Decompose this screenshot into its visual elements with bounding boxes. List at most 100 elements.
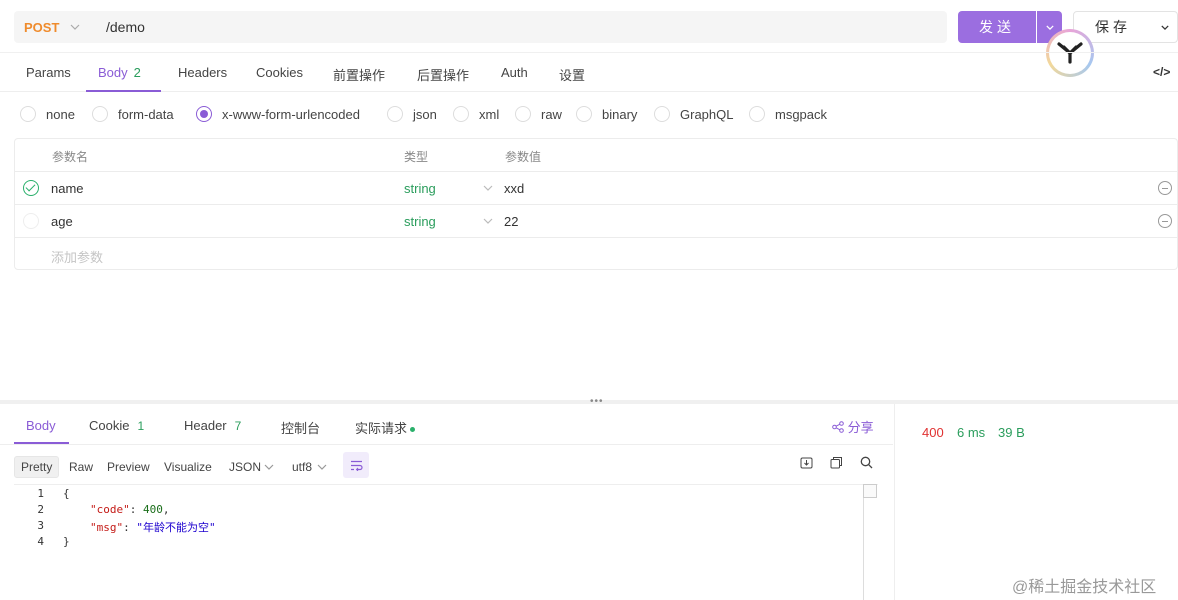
radio-circle[interactable] xyxy=(92,106,108,122)
radio-xml[interactable]: xml xyxy=(453,106,499,122)
json-key-code: "code" xyxy=(90,503,130,516)
radio-binary[interactable]: binary xyxy=(576,106,637,122)
view-mode-preview[interactable]: Preview xyxy=(107,456,150,478)
encoding-select[interactable]: utf8 xyxy=(292,456,327,478)
view-mode-pretty[interactable]: Pretty xyxy=(14,456,60,478)
radio-circle[interactable] xyxy=(749,106,765,122)
add-param-row: 添加参数 xyxy=(15,238,1177,271)
view-mode-raw[interactable]: Raw xyxy=(69,456,93,478)
line-number: 1 xyxy=(37,487,44,500)
radio-circle-checked[interactable] xyxy=(196,106,212,122)
vertical-scrollbar[interactable] xyxy=(863,484,864,600)
params-table: 参数名 类型 参数值 name string xxd age string 22… xyxy=(14,138,1178,270)
param-name-input[interactable]: name xyxy=(51,181,84,196)
chevron-down-icon[interactable] xyxy=(483,183,493,194)
code-line: } xyxy=(63,535,70,548)
divider xyxy=(0,444,893,445)
chevron-down-icon[interactable] xyxy=(483,216,493,227)
response-time: 6 ms xyxy=(957,425,986,440)
table-row: age string 22 xyxy=(15,205,1177,238)
line-number: 2 xyxy=(37,503,44,516)
response-tab-header-count: 7 xyxy=(234,419,242,433)
response-tab-body[interactable]: Body xyxy=(26,418,56,433)
share-button[interactable]: 分享 xyxy=(832,417,874,436)
json-value-msg: "年龄不能为空" xyxy=(136,521,216,534)
radio-circle[interactable] xyxy=(576,106,592,122)
response-tab-cookie[interactable]: Cookie 1 xyxy=(89,418,144,433)
row-enabled-check-icon[interactable] xyxy=(23,180,39,196)
download-icon[interactable] xyxy=(800,456,813,472)
tab-post-request[interactable]: 后置操作 xyxy=(417,65,469,84)
radio-json[interactable]: json xyxy=(387,106,437,122)
radio-msgpack[interactable]: msgpack xyxy=(749,106,827,122)
remove-row-icon[interactable] xyxy=(1158,181,1172,195)
radio-circle[interactable] xyxy=(387,106,403,122)
save-options-chevron-icon[interactable] xyxy=(1152,11,1178,43)
radio-circle[interactable] xyxy=(515,106,531,122)
tab-pre-request[interactable]: 前置操作 xyxy=(333,65,385,84)
tab-auth[interactable]: Auth xyxy=(501,65,528,80)
view-mode-visualize[interactable]: Visualize xyxy=(164,456,212,478)
request-tabs: Params Body 2 Headers Cookies 前置操作 后置操作 A… xyxy=(0,52,1178,92)
tab-settings[interactable]: 设置 xyxy=(559,65,585,84)
chevron-down-icon xyxy=(317,464,327,470)
radio-circle[interactable] xyxy=(20,106,36,122)
response-size: 39 B xyxy=(998,425,1025,440)
format-select-value: JSON xyxy=(229,460,262,474)
line-number: 4 xyxy=(37,535,44,548)
drag-handle-icon[interactable]: ••• xyxy=(590,396,604,407)
tab-headers[interactable]: Headers xyxy=(178,65,227,80)
remove-row-icon[interactable] xyxy=(1158,214,1172,228)
chevron-down-icon[interactable] xyxy=(70,22,92,33)
code-view-icon[interactable]: </> xyxy=(1153,65,1170,79)
radio-form-data[interactable]: form-data xyxy=(92,106,174,122)
column-header-value: 参数值 xyxy=(505,150,542,164)
tab-cookies[interactable]: Cookies xyxy=(256,65,303,80)
status-dot-icon xyxy=(410,427,416,433)
chevron-down-icon xyxy=(264,464,274,470)
radio-none[interactable]: none xyxy=(20,106,75,122)
wrap-lines-icon[interactable] xyxy=(343,452,369,478)
line-number: 3 xyxy=(37,519,44,532)
code-line: { xyxy=(63,487,70,500)
response-tab-console[interactable]: 控制台 xyxy=(281,418,320,437)
table-row: name string xxd xyxy=(15,172,1177,205)
tab-params[interactable]: Params xyxy=(26,65,71,80)
response-tab-actual-request[interactable]: 实际请求 xyxy=(355,418,416,437)
json-key-msg: "msg" xyxy=(90,521,124,534)
format-select[interactable]: JSON xyxy=(229,456,274,478)
tab-body-count: 2 xyxy=(133,65,141,80)
radio-circle[interactable] xyxy=(453,106,469,122)
scrollbar-thumb[interactable] xyxy=(863,484,877,498)
code-line: "msg": "年龄不能为空" xyxy=(90,521,216,534)
tab-body[interactable]: Body 2 xyxy=(98,65,141,80)
send-button[interactable]: 发送 xyxy=(958,11,1036,43)
radio-graphql[interactable]: GraphQL xyxy=(654,106,733,122)
active-tab-indicator xyxy=(86,90,161,92)
param-value-input[interactable]: xxd xyxy=(504,181,524,196)
code-line: "code": 400, xyxy=(90,503,170,516)
row-disabled-check-icon[interactable] xyxy=(23,213,39,229)
table-header-row: 参数名 类型 参数值 xyxy=(15,139,1177,172)
json-value-code: 400 xyxy=(143,503,163,516)
add-param-input[interactable]: 添加参数 xyxy=(51,247,103,266)
param-type-select[interactable]: string xyxy=(404,181,436,196)
watermark: @稀土掘金技术社区 xyxy=(1012,579,1157,596)
response-tab-header[interactable]: Header 7 xyxy=(184,418,241,433)
column-header-type: 类型 xyxy=(404,150,429,164)
radio-raw[interactable]: raw xyxy=(515,106,562,122)
copy-icon[interactable] xyxy=(830,456,843,472)
param-name-input[interactable]: age xyxy=(51,214,73,229)
method-select[interactable]: POST xyxy=(14,20,70,35)
radio-x-www-form-urlencoded[interactable]: x-www-form-urlencoded xyxy=(196,106,360,122)
radio-circle[interactable] xyxy=(654,106,670,122)
response-code-viewer[interactable]: 1 2 3 4 { "code": 400, "msg": "年龄不能为空" } xyxy=(14,484,878,600)
search-icon[interactable] xyxy=(860,456,873,472)
encoding-select-value: utf8 xyxy=(292,460,313,474)
param-value-input[interactable]: 22 xyxy=(504,214,518,229)
param-type-select[interactable]: string xyxy=(404,214,436,229)
response-stats-panel: 400 6 ms 39 B xyxy=(894,404,1178,600)
url-bar[interactable]: POST /demo xyxy=(14,11,947,43)
url-input[interactable]: /demo xyxy=(92,19,145,35)
response-tab-cookie-count: 1 xyxy=(137,419,145,433)
